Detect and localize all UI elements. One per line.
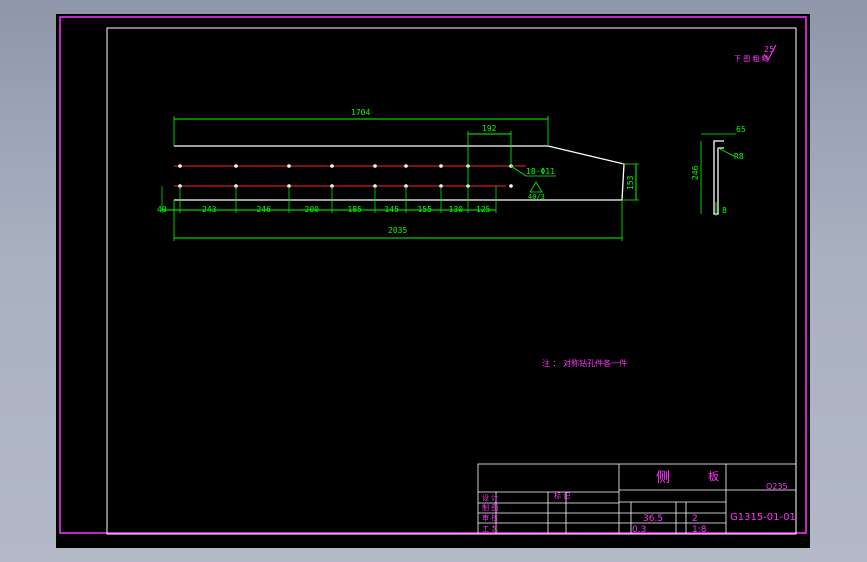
inner-frame (106, 27, 797, 535)
scale: 1:8 (692, 525, 707, 535)
hole-datum: 40/3 (528, 193, 545, 201)
mark-label: 标 记 (554, 491, 570, 500)
drawing-number: G1315-01-01 (730, 512, 796, 523)
spacing-dim-label: 130 (449, 205, 464, 214)
section-thickness: 8 (722, 206, 727, 215)
hole-marker (234, 164, 238, 168)
section-profile (713, 140, 724, 215)
holes-group (178, 164, 513, 188)
hole-marker (373, 164, 377, 168)
leader-line (717, 147, 735, 157)
leader-line (510, 165, 527, 177)
material-label: Q235 (766, 482, 788, 491)
dim-1704: 1704 (351, 108, 370, 117)
row-check: 审 核 (482, 513, 498, 522)
drawing-viewport[interactable]: 下 图 粗 糙 25 1704 192 18-Φ11 40/3 153 40 24… (56, 14, 810, 548)
row-design: 设 计 (482, 493, 498, 502)
quantity: 2 (692, 514, 698, 524)
section-radius: R8 (734, 152, 744, 161)
section-width: 65 (736, 125, 746, 134)
spacing-dim-label: 200 (305, 205, 320, 214)
spacing-dim-label: 246 (257, 205, 272, 214)
part-outline (174, 145, 625, 201)
weight: 36.5 (643, 514, 663, 524)
hole-marker (330, 164, 334, 168)
surface-finish-note: 下 图 粗 糙 (734, 54, 769, 63)
sheet: 0.3 (632, 525, 646, 535)
hole-marker (439, 164, 443, 168)
spacing-dim-label: 40 (157, 205, 167, 214)
hole-marker (178, 164, 182, 168)
hole-marker (404, 164, 408, 168)
spacing-dim-label: 145 (385, 205, 400, 214)
spacing-dim-label: 243 (202, 205, 217, 214)
spacing-dim-label: 155 (418, 205, 433, 214)
hole-marker (287, 164, 291, 168)
spacing-dim-label: 185 (348, 205, 363, 214)
part-name-1: 侧 (656, 470, 670, 486)
row-draw: 制 图 (482, 503, 498, 512)
surface-finish-value: 25 (764, 45, 774, 54)
hole-callout: 18-Φ11 (526, 167, 555, 176)
datum-triangle-icon (529, 181, 543, 193)
hole-marker (509, 184, 513, 188)
section-height: 246 (691, 165, 700, 180)
dim-192: 192 (482, 124, 497, 133)
cad-drawing: 下 图 粗 糙 25 1704 192 18-Φ11 40/3 153 40 24… (59, 16, 807, 535)
dim-153: 153 (626, 175, 635, 190)
dim-2035: 2035 (388, 226, 407, 235)
title-block (477, 463, 797, 535)
row-process: 工 艺 (482, 525, 498, 533)
spacing-dim-label: 125 (476, 205, 491, 214)
part-name-2: 板 (708, 469, 719, 483)
drawing-note: 注 ： 对称钻孔件各一件 (542, 358, 627, 368)
outer-frame (59, 16, 807, 534)
